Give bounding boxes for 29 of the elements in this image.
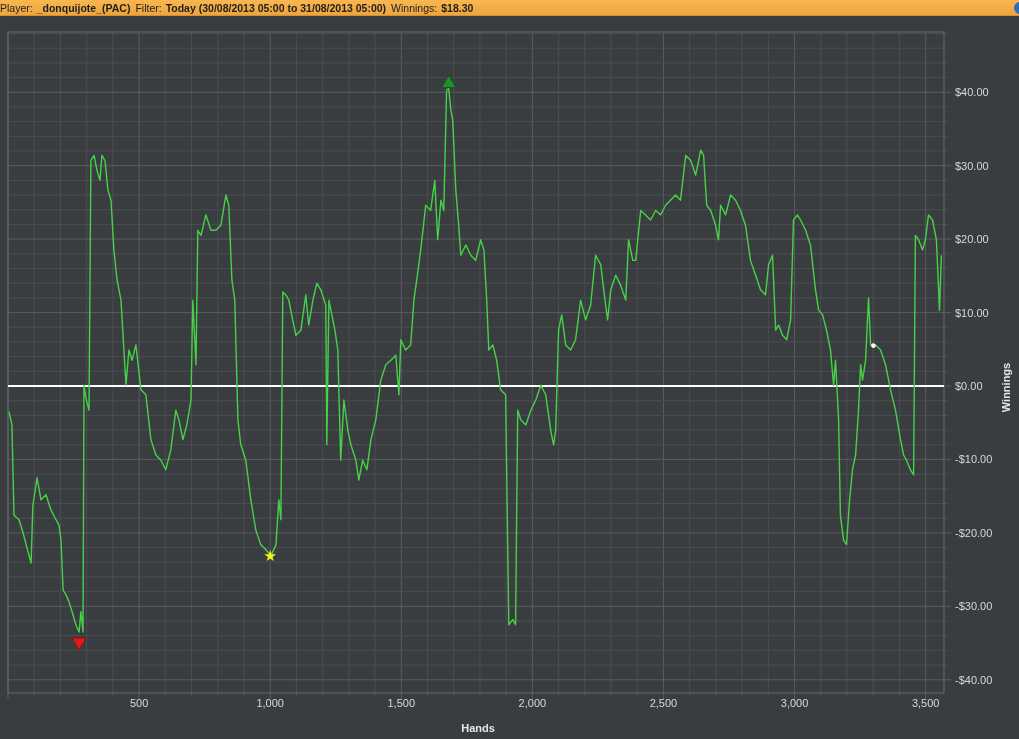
- x-tick-label: 2,500: [649, 697, 678, 709]
- field-label: Filter:: [135, 1, 162, 14]
- low-marker-icon: [71, 637, 87, 651]
- x-tick-label: 2,000: [518, 697, 547, 709]
- y-tick-label: $30.00: [955, 159, 989, 172]
- high-marker-icon: [441, 75, 457, 88]
- x-axis-title: Hands: [461, 722, 495, 734]
- orb-icon: [1014, 1, 1019, 14]
- field-value: Today (30/08/2013 05:00 to 31/08/2013 05:00): [165, 1, 387, 14]
- y-tick-label: $40.00: [955, 86, 989, 99]
- y-axis-title: Winnings: [1000, 362, 1012, 413]
- y-tick-label: -$20.00: [955, 526, 993, 539]
- x-tick-label: 1,000: [256, 697, 284, 709]
- field-value: $18.30: [441, 1, 474, 14]
- y-tick-label: -$30.00: [955, 600, 993, 613]
- field-label: Player:: [0, 1, 33, 14]
- field-label: Winnings:: [391, 1, 438, 14]
- field-value: _donquijote_(PAC): [36, 1, 131, 14]
- y-tick-label: $20.00: [955, 233, 989, 246]
- point-marker-icon: ★: [263, 546, 277, 565]
- x-tick-label: 1,500: [387, 697, 416, 709]
- y-tick-label: $10.00: [955, 306, 989, 319]
- x-tick-label: 500: [129, 697, 149, 709]
- x-tick-label: 3,500: [911, 697, 940, 709]
- x-tick-label: 3,000: [780, 697, 809, 709]
- point-marker-icon: •: [869, 338, 878, 357]
- y-tick-label: $0.00: [955, 380, 983, 392]
- y-tick-label: -$10.00: [955, 453, 993, 466]
- y-tick-label: -$40.00: [955, 673, 993, 686]
